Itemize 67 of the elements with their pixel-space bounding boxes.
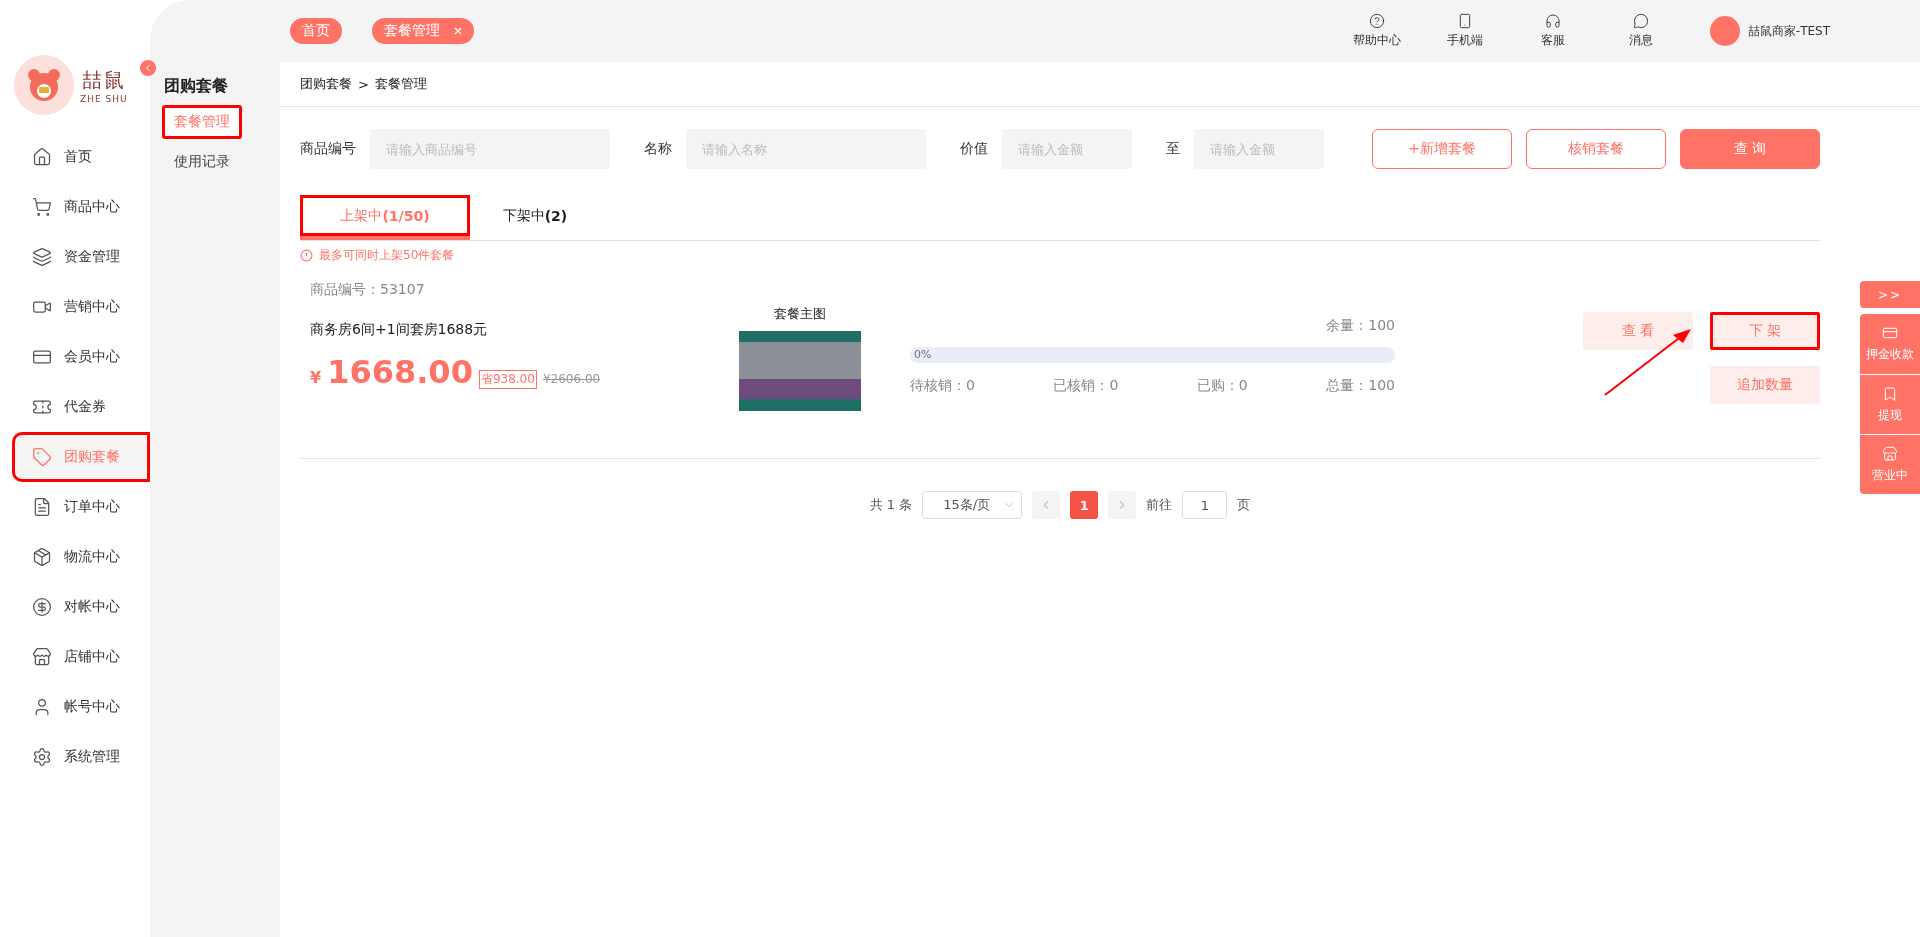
sidebar-item[interactable]: 会员中心 [0, 332, 150, 382]
user-name[interactable]: 喆鼠商家-TEST [1747, 22, 1830, 40]
sidebar-item[interactable]: 代金券 [0, 382, 150, 432]
document-icon [32, 497, 52, 517]
price: 1668.00 [327, 353, 473, 391]
help-icon[interactable] [1368, 13, 1385, 29]
product-code: 商品编号：53107 [310, 281, 426, 299]
coin-icon [32, 597, 52, 617]
status-tab[interactable]: 下架中(2) [470, 195, 600, 240]
filter-label: 商品编号 [300, 140, 356, 158]
goto-label: 前往 [1146, 496, 1173, 514]
headset-icon[interactable] [1544, 13, 1561, 29]
breadcrumb-separator: > [358, 76, 369, 92]
filter-label: 价值 [960, 140, 988, 158]
close-icon[interactable] [454, 27, 462, 35]
sidebar-item[interactable]: 首页 [0, 132, 150, 182]
sidebar-item[interactable]: 商品中心 [0, 182, 150, 232]
stat-text: 已核销：0 [1053, 377, 1119, 395]
toolbar-label[interactable]: 客服 [1540, 32, 1565, 49]
collapse-button[interactable] [140, 60, 156, 76]
notice-text: 最多可同时上架50件套餐 [319, 246, 455, 264]
page-suffix: 页 [1237, 496, 1251, 514]
currency-symbol: ¥ [310, 368, 322, 387]
page-size-select[interactable]: 15条/页 [922, 491, 1023, 519]
saving-tag: 省938.00 [478, 370, 537, 389]
filter-label: 至 [1166, 140, 1180, 158]
layers-icon [32, 247, 52, 267]
sidebar-item[interactable]: 帐号中心 [0, 682, 150, 732]
store-icon [32, 647, 52, 667]
remaining-count: 余量：100 [1326, 317, 1395, 335]
settings-icon [32, 747, 52, 767]
progress-text: 0% [914, 348, 932, 362]
sidebar-item[interactable]: 店铺中心 [0, 632, 150, 682]
sidebar-item[interactable]: 订单中心 [0, 482, 150, 532]
avatar[interactable] [1709, 16, 1740, 46]
product-name: 商务房6间+1间套房1688元 [310, 321, 489, 339]
sidebar-item[interactable]: 物流中心 [0, 532, 150, 582]
sidebar-item[interactable]: 资金管理 [0, 232, 150, 282]
toolbar-label[interactable]: 帮助中心 [1352, 32, 1401, 49]
logo-name: 喆鼠 [81, 66, 126, 94]
sidebar-item[interactable]: 系统管理 [0, 732, 150, 782]
submenu-title: 团购套餐 [163, 76, 229, 97]
card-icon[interactable] [1882, 325, 1898, 341]
image-label: 套餐主图 [774, 305, 826, 323]
sidebar-item[interactable]: 营销中心 [0, 282, 150, 332]
breadcrumb-item[interactable]: 团购套餐 [300, 75, 352, 93]
store-icon[interactable] [1882, 445, 1898, 462]
submenu-item[interactable]: 使用记录 [162, 145, 242, 179]
house-icon [32, 147, 52, 167]
breadcrumb-item[interactable]: 套餐管理 [374, 75, 427, 93]
original-price: ¥2606.00 [542, 372, 601, 386]
stat-text: 待核销：0 [910, 377, 975, 395]
logo-subtitle: ZHE SHU [80, 93, 128, 104]
toolbar-label[interactable]: 手机端 [1446, 32, 1483, 49]
box-icon [32, 547, 52, 567]
sidebar-item[interactable]: 对帐中心 [0, 582, 150, 632]
stat-text: 已购：0 [1196, 377, 1248, 395]
page-input[interactable]: 1 [1182, 491, 1228, 519]
toolbar-label[interactable]: 消息 [1628, 32, 1653, 49]
stat-text: 总量：100 [1326, 377, 1395, 395]
total-count: 共 1 条 [869, 496, 913, 514]
chat-icon[interactable] [1632, 13, 1649, 29]
cart-icon [32, 197, 52, 217]
warning-icon [300, 248, 313, 262]
tag-icon [32, 447, 52, 467]
bookmark-icon[interactable] [1882, 385, 1898, 402]
filter-label: 名称 [644, 140, 672, 158]
